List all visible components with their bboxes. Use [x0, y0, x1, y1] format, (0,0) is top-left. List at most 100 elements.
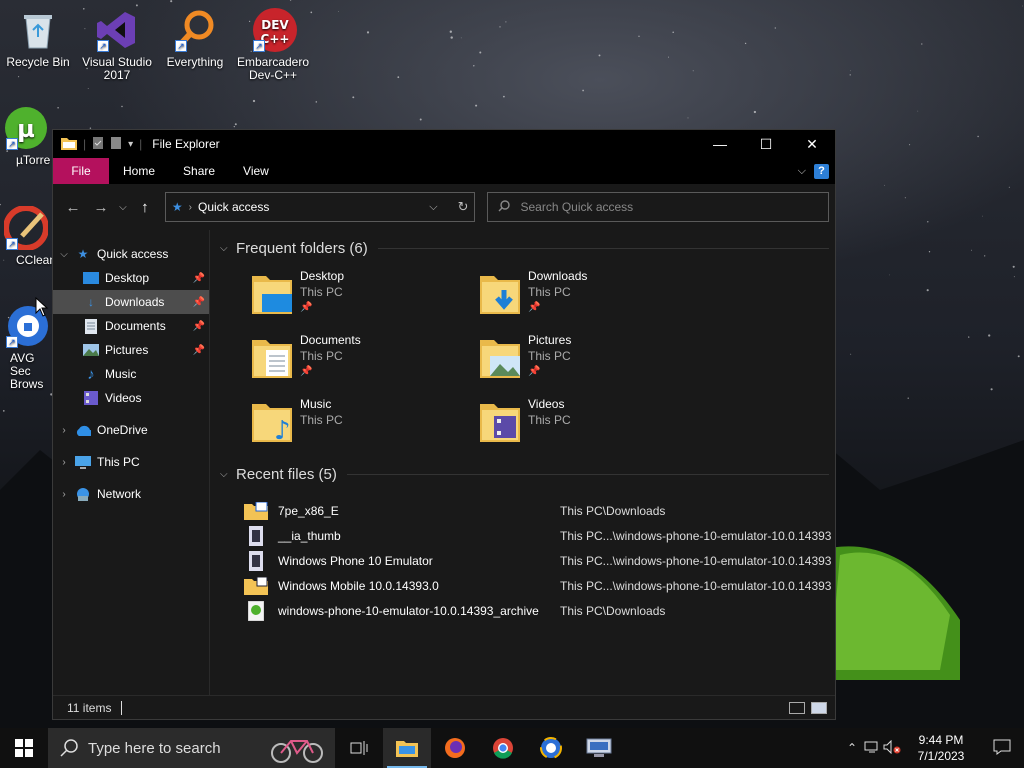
show-hidden-icons-chevron-icon[interactable]: ⌃ — [842, 741, 862, 755]
file-name: Windows Phone 10 Emulator — [278, 553, 433, 568]
tab-home[interactable]: Home — [109, 158, 169, 184]
folder-tile[interactable]: ♪ Music This PC — [252, 396, 480, 448]
list-item[interactable]: __ia_thumb This PC...\windows-phone-10-e… — [244, 523, 835, 548]
desktop-icon-visual-studio[interactable]: ↗ Visual Studio 2017 — [79, 8, 155, 82]
system-clock[interactable]: 9:44 PM 7/1/2023 — [902, 732, 980, 764]
folder-tile[interactable]: Pictures This PC 📌 — [480, 332, 708, 384]
nav-item-desktop[interactable]: Desktop 📌 — [53, 266, 209, 290]
navigation-pane: ⌵ ★ Quick access Desktop 📌 ↓ Downloads 📌… — [53, 230, 210, 695]
address-dropdown-icon[interactable]: ⌵ — [429, 201, 437, 214]
recent-locations-button[interactable]: ⌵ — [115, 202, 131, 213]
properties-icon[interactable] — [92, 136, 104, 153]
quick-access-star-icon: ★ — [171, 200, 183, 214]
start-button[interactable] — [0, 728, 48, 768]
taskbar: Type here to search ⌃ 9:44 PM 7/1/2023 — [0, 728, 1024, 768]
taskbar-app-remote-desktop[interactable] — [575, 728, 623, 768]
navigation-bar: ← → ⌵ ↑ ★ › Quick access ⌵ ↻ Search Quic… — [53, 184, 835, 230]
nav-item-label: This PC — [97, 455, 140, 469]
explorer-folder-icon — [61, 136, 77, 153]
list-item[interactable]: Windows Mobile 10.0.14393.0 This PC...\w… — [244, 573, 835, 598]
onedrive-cloud-icon — [75, 422, 91, 438]
desktop-icon-label: Everything — [166, 55, 224, 69]
taskbar-search-box[interactable]: Type here to search — [48, 728, 335, 768]
minimize-button[interactable]: — — [697, 130, 743, 158]
maximize-button[interactable]: ☐ — [743, 130, 789, 158]
up-button[interactable]: ↑ — [131, 199, 159, 216]
shortcut-arrow-icon: ↗ — [253, 40, 265, 52]
nav-item-videos[interactable]: Videos — [53, 386, 209, 410]
large-icons-view-icon[interactable] — [811, 701, 827, 714]
desktop-icon-avg-browser[interactable]: ↗ AVG Sec Brows — [0, 304, 52, 391]
list-item[interactable]: Windows Phone 10 Emulator This PC...\win… — [244, 548, 835, 573]
firefox-icon — [445, 738, 465, 758]
title-bar[interactable]: | ▾ | File Explorer — ☐ ✕ — [53, 130, 835, 158]
shortcut-arrow-icon: ↗ — [6, 238, 18, 250]
desktop-icon-label: Recycle Bin — [6, 55, 70, 69]
iso-file-icon — [244, 501, 268, 521]
nav-item-documents[interactable]: Documents 📌 — [53, 314, 209, 338]
folder-tile[interactable]: Desktop This PC 📌 — [252, 268, 480, 320]
customize-toolbar-chevron-icon[interactable]: ▾ — [128, 139, 133, 150]
nav-item-onedrive[interactable]: › OneDrive — [53, 418, 209, 442]
volume-muted-icon[interactable] — [882, 739, 902, 757]
recent-files-header[interactable]: ⌵ Recent files (5) — [216, 462, 835, 486]
expand-ribbon-chevron-icon[interactable]: ⌵ — [798, 165, 806, 178]
refresh-icon[interactable]: ↻ — [458, 199, 469, 215]
file-name: __ia_thumb — [278, 528, 341, 543]
music-folder-icon: ♪ — [87, 365, 95, 383]
folder-tile[interactable]: Documents This PC 📌 — [252, 332, 480, 384]
list-item[interactable]: windows-phone-10-emulator-10.0.14393_arc… — [244, 598, 835, 623]
desktop-icon-devcpp[interactable]: DEV C++ ↗ Embarcadero Dev-C++ — [235, 8, 311, 82]
mouse-cursor-icon — [35, 297, 49, 317]
help-icon[interactable]: ? — [814, 163, 829, 179]
windows-logo-icon — [15, 739, 33, 757]
collapsed-chevron-icon[interactable]: › — [53, 489, 75, 500]
folder-tile[interactable]: Videos This PC — [480, 396, 708, 448]
downloads-folder-icon — [480, 268, 520, 316]
visual-studio-icon: ↗ — [95, 8, 139, 52]
frequent-folders-header[interactable]: ⌵ Frequent folders (6) — [216, 236, 835, 260]
desktop-icon-recycle-bin[interactable]: Recycle Bin — [0, 8, 76, 69]
taskbar-app-chrome[interactable] — [479, 728, 527, 768]
taskbar-app-firefox[interactable] — [431, 728, 479, 768]
expanded-chevron-icon[interactable]: ⌵ — [53, 249, 75, 260]
image-file-icon — [244, 550, 268, 571]
nav-item-downloads[interactable]: ↓ Downloads 📌 — [53, 290, 209, 314]
collapsed-chevron-icon[interactable]: › — [53, 425, 75, 436]
chrome-icon — [493, 738, 513, 759]
taskbar-app-avg-browser[interactable] — [527, 728, 575, 768]
list-item[interactable]: 7pe_x86_E This PC\Downloads — [244, 498, 835, 523]
nav-item-pictures[interactable]: Pictures 📌 — [53, 338, 209, 362]
desktop-icon-utorrent[interactable]: µ ↗ µTorre — [0, 106, 52, 167]
svg-text:DEV: DEV — [261, 18, 289, 32]
network-status-icon[interactable] — [862, 740, 882, 757]
close-button[interactable]: ✕ — [789, 130, 835, 158]
folder-tile[interactable]: Downloads This PC 📌 — [480, 268, 708, 320]
address-bar[interactable]: ★ › Quick access ⌵ ↻ — [164, 192, 476, 222]
tab-share[interactable]: Share — [169, 158, 229, 184]
desktop-icon-label: Visual Studio 2017 — [82, 55, 152, 82]
search-box[interactable]: Search Quick access — [487, 192, 830, 222]
tab-view[interactable]: View — [229, 158, 283, 184]
back-button[interactable]: ← — [59, 199, 87, 216]
nav-item-quick-access[interactable]: ⌵ ★ Quick access — [53, 242, 209, 266]
details-view-icon[interactable] — [789, 701, 805, 714]
collapsed-chevron-icon[interactable]: › — [53, 457, 75, 468]
expanded-chevron-icon[interactable]: ⌵ — [220, 469, 236, 480]
tab-file[interactable]: File — [53, 158, 109, 184]
nav-item-network[interactable]: › Network — [53, 482, 209, 506]
task-view-icon — [350, 741, 368, 755]
frequent-folders-grid: Desktop This PC 📌 Downloads This PC 📌 Do… — [252, 268, 835, 448]
taskbar-app-file-explorer[interactable] — [383, 728, 431, 768]
new-folder-icon[interactable] — [110, 136, 122, 153]
expanded-chevron-icon[interactable]: ⌵ — [220, 243, 236, 254]
everything-search-icon: ↗ — [173, 8, 217, 52]
desktop-icon-ccleaner[interactable]: ↗ CClean — [0, 206, 52, 267]
action-center-button[interactable] — [980, 739, 1024, 758]
desktop-icon-everything[interactable]: ↗ Everything — [157, 8, 233, 69]
folder-name: Desktop — [300, 269, 345, 283]
nav-item-music[interactable]: ♪ Music — [53, 362, 209, 386]
nav-item-this-pc[interactable]: › This PC — [53, 450, 209, 474]
task-view-button[interactable] — [335, 728, 383, 768]
forward-button[interactable]: → — [87, 199, 115, 216]
